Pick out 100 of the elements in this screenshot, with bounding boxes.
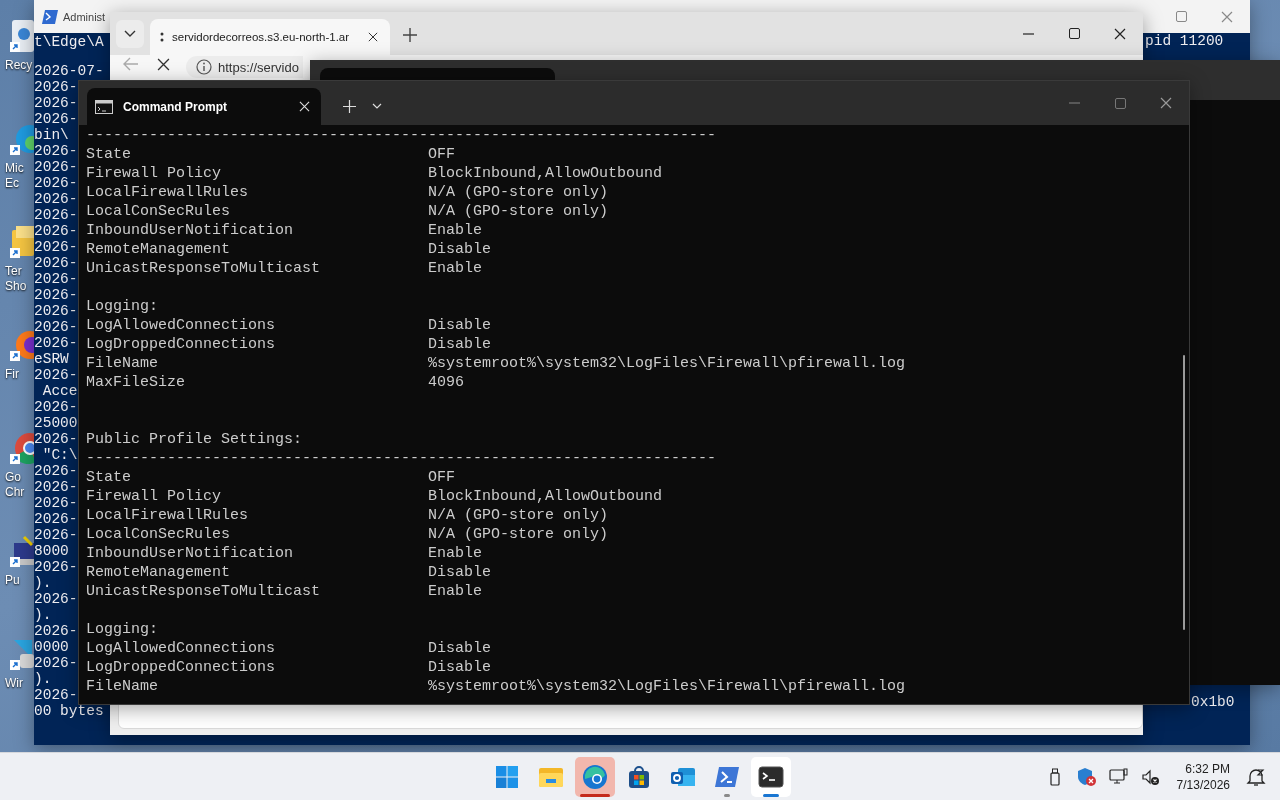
desktop-icon-label: Fir [5, 367, 19, 382]
console-text: 2026- [34, 271, 78, 287]
console-text: 00 bytes [34, 703, 104, 719]
setting-name: Firewall Policy [86, 164, 223, 183]
desktop-icon-label: Wir [5, 676, 23, 691]
setting-name: State [86, 145, 132, 164]
setting-name: LocalFirewallRules [86, 506, 250, 525]
setting-name: LogAllowedConnections [86, 639, 277, 658]
setting-value: Disable [428, 563, 491, 582]
setting-value: Enable [428, 582, 482, 601]
desktop-icon-label: Recy [5, 58, 33, 73]
setting-name: Firewall Policy [86, 487, 223, 506]
console-text: 2026- [34, 623, 78, 639]
console-text: 2026- [34, 687, 78, 703]
console-text: eSRW [34, 351, 69, 367]
setting-name: UnicastResponseToMulticast [86, 582, 322, 601]
setting-value: OFF [428, 468, 455, 487]
console-text: 2026- [34, 591, 78, 607]
console-text: 2026- [34, 255, 78, 271]
clock[interactable]: 6:32 PM 7/13/2026 [1176, 760, 1230, 793]
setting-value: Enable [428, 544, 482, 563]
console-text: 2026- [34, 655, 78, 671]
setting-name: LogDroppedConnections [86, 335, 277, 354]
setting-value: Disable [428, 639, 491, 658]
setting-value: Disable [428, 240, 491, 259]
setting-name: InboundUserNotification [86, 544, 295, 563]
setting-value: %systemroot%\system32\LogFiles\Firewall\pfirewall.log [428, 677, 906, 696]
console-text: 2026- [34, 511, 78, 527]
powershell-icon [714, 765, 740, 788]
setting-name: InboundUserNotification [86, 221, 295, 240]
setting-value: N/A (GPO-store only) [428, 202, 609, 221]
setting-name: RemoteManagement [86, 240, 232, 259]
console-text: 2026- [34, 159, 78, 175]
console-text: 0000 [34, 639, 69, 655]
console-icon [95, 99, 113, 114]
maximize-icon [1114, 97, 1126, 109]
console-text: 2026- [34, 335, 78, 351]
console-text: 2026- [34, 207, 78, 223]
setting-name: LocalConSecRules [86, 202, 232, 221]
console-text: 2026- [34, 303, 78, 319]
setting-name: State [86, 468, 132, 487]
section-heading: Public Profile Settings: [86, 430, 303, 449]
window-title: Administ [63, 10, 106, 23]
console-text: 2026- [34, 479, 78, 495]
desktop-icon-label: Go [5, 470, 21, 485]
console-text: 2026- [34, 495, 78, 511]
console-text: 2026- [34, 319, 78, 335]
console-text: 2026- [34, 191, 78, 207]
console-text: 8000 [34, 543, 69, 559]
address-bar[interactable]: https://servido [186, 56, 303, 78]
console-text: 0x1b0 [1191, 694, 1235, 710]
shield-warning-icon[interactable] [1076, 766, 1097, 787]
setting-value: BlockInbound,AllowOutbound [428, 487, 663, 506]
console-text: 2026- [34, 559, 78, 575]
console-text: bin\ [34, 127, 69, 143]
maximize-icon [1068, 28, 1080, 39]
notification-bell-icon[interactable] [1246, 766, 1266, 787]
setting-name: MaxFileSize [86, 373, 187, 392]
windows-logo-icon [495, 764, 519, 789]
console-text: pid 11200 [1145, 33, 1224, 49]
setting-value: %systemroot%\system32\LogFiles\Firewall\pfirewall.log [428, 354, 906, 373]
console-text: 2026- [34, 175, 78, 191]
section-heading: Logging: [86, 620, 158, 639]
tab-list-button[interactable] [116, 20, 144, 48]
store-bag-icon [627, 764, 651, 789]
network-monitor-icon[interactable] [1108, 766, 1129, 787]
console-text: 2026- [34, 79, 78, 95]
setting-value: BlockInbound,AllowOutbound [428, 164, 663, 183]
powershell-icon [42, 9, 58, 24]
console-text: 2026- [34, 367, 78, 383]
console-text: 2026- [34, 111, 78, 127]
close-icon [1114, 27, 1126, 40]
scrollbar-thumb[interactable] [1183, 355, 1185, 630]
console-text: 2026- [34, 399, 78, 415]
console-text: Acce [41, 383, 78, 399]
console-text: ). [34, 671, 52, 687]
close-icon [1221, 10, 1233, 23]
terminal-tab[interactable]: Command Prompt [87, 88, 321, 125]
console-text: 2026- [34, 143, 78, 159]
taskbar-app-button[interactable] [751, 756, 791, 797]
desktop-icon-label: Ec [5, 176, 19, 191]
setting-name: FileName [86, 677, 159, 696]
info-icon [196, 59, 212, 75]
browser-tab[interactable]: servidordecorreos.s3.eu-north-1.ar [150, 19, 390, 55]
back-arrow-icon [123, 57, 139, 71]
dashed-rule-text: ---------------------------------------------------------------------- [86, 449, 717, 468]
console-text: 25000 [34, 415, 78, 431]
console-text: ). [34, 607, 52, 623]
minimize-icon [1022, 32, 1034, 35]
close-icon [1160, 97, 1172, 109]
setting-value: N/A (GPO-store only) [428, 183, 609, 202]
dashed-rule-text: ---------------------------------------------------------------------- [86, 126, 717, 145]
setting-name: LocalFirewallRules [86, 183, 250, 202]
desktop-icon-label: Sho [5, 279, 27, 294]
setting-name: UnicastResponseToMulticast [86, 259, 322, 278]
setting-value: 4096 [428, 373, 464, 392]
maximize-icon [1175, 11, 1187, 22]
loading-dots-icon [160, 32, 164, 42]
console-text: 2026- [34, 239, 78, 255]
setting-value: Disable [428, 335, 491, 354]
